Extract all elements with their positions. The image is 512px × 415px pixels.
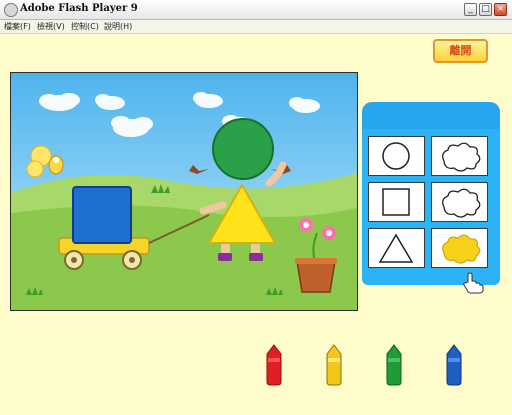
maximize-button[interactable]: □ <box>479 3 492 16</box>
close-button[interactable]: × <box>494 3 507 16</box>
shape-panel-tab <box>362 102 500 130</box>
match-cell-square[interactable] <box>431 182 488 222</box>
hand-cursor-icon <box>463 272 484 294</box>
shape-panel <box>362 129 500 285</box>
blue-crayon[interactable] <box>445 344 463 386</box>
shape-cell-square[interactable] <box>368 182 425 222</box>
menu-file[interactable]: 檔案(F) <box>4 21 31 33</box>
window-title: Adobe Flash Player 9 <box>20 3 138 14</box>
scene-svg <box>11 73 357 310</box>
minimize-button[interactable]: _ <box>464 3 477 16</box>
match-cell-circle[interactable] <box>431 136 488 176</box>
green-crayon[interactable] <box>385 344 403 386</box>
shape-cell-circle[interactable] <box>368 136 425 176</box>
flash-player-icon <box>4 3 18 17</box>
red-crayon[interactable] <box>265 344 283 386</box>
green-circle-head <box>212 118 274 180</box>
title-bar: Adobe Flash Player 9 _ □ × <box>0 0 512 20</box>
menu-view[interactable]: 檢視(V) <box>37 21 65 33</box>
menu-bar: 檔案(F) 檢視(V) 控制(C) 說明(H) <box>0 20 512 34</box>
yellow-crayon[interactable] <box>325 344 343 386</box>
menu-help[interactable]: 說明(H) <box>104 21 132 33</box>
leave-button[interactable]: 離開 <box>433 39 488 63</box>
blue-square-block <box>72 186 132 244</box>
shape-cell-triangle[interactable] <box>368 228 425 268</box>
menu-control[interactable]: 控制(C) <box>71 21 99 33</box>
illustration-scene <box>10 72 358 311</box>
match-cell-triangle-filled[interactable] <box>431 228 488 268</box>
